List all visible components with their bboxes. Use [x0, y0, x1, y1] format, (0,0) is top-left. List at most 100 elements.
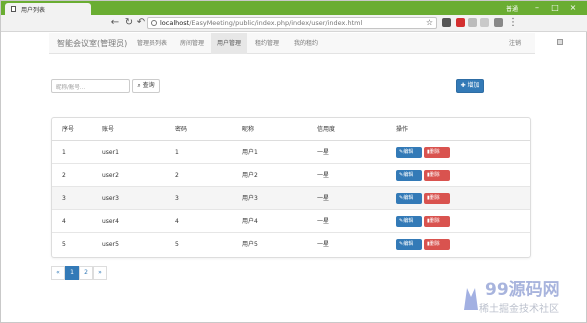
table-row: 4 user4 4 用户4 一星 ✎编辑 ▮删除 — [52, 210, 530, 233]
extension-icon[interactable] — [480, 18, 489, 27]
edit-button[interactable]: ✎编辑 — [396, 193, 422, 204]
edit-button-label: 编辑 — [403, 218, 414, 224]
row-account: user5 — [102, 241, 119, 248]
edit-button[interactable]: ✎编辑 — [396, 170, 422, 181]
url-path: /EasyMeeting/public/index.php/index/user… — [189, 19, 363, 27]
close-icon[interactable]: × — [567, 2, 579, 14]
edit-button[interactable]: ✎编辑 — [396, 216, 422, 227]
row-nickname: 用户4 — [242, 218, 258, 225]
edit-button-label: 编辑 — [403, 149, 414, 155]
row-nickname: 用户2 — [242, 172, 258, 179]
edit-button[interactable]: ✎编辑 — [396, 147, 422, 158]
delete-button[interactable]: ▮删除 — [424, 216, 450, 227]
header-nickname: 昵称 — [242, 126, 255, 133]
row-credit: 一星 — [317, 172, 330, 179]
row-index: 5 — [62, 241, 66, 248]
row-account: user2 — [102, 172, 119, 179]
edit-button-label: 编辑 — [403, 172, 414, 178]
search-button-label: 查询 — [142, 82, 155, 89]
user-table: 序号 账号 密码 昵称 信用度 操作 1 user1 1 用户1 一星 ✎编辑 … — [51, 117, 531, 258]
plus-icon: ✚ — [460, 82, 466, 89]
delete-button[interactable]: ▮删除 — [424, 147, 450, 158]
row-credit: 一星 — [317, 218, 330, 225]
row-password: 5 — [175, 241, 179, 248]
info-icon — [151, 20, 157, 26]
row-nickname: 用户5 — [242, 241, 258, 248]
delete-button-label: 删除 — [429, 218, 440, 224]
row-nickname: 用户1 — [242, 149, 258, 156]
watermark-subtitle: 稀土掘金技术社区 — [479, 304, 559, 315]
row-index: 3 — [62, 195, 66, 202]
edit-button-label: 编辑 — [403, 241, 414, 247]
table-row: 5 user5 5 用户5 一星 ✎编辑 ▮删除 — [52, 233, 530, 256]
edit-button-label: 编辑 — [403, 195, 414, 201]
header-password: 密码 — [175, 126, 188, 133]
row-account: user1 — [102, 149, 119, 156]
delete-button[interactable]: ▮删除 — [424, 170, 450, 181]
edit-button[interactable]: ✎编辑 — [396, 239, 422, 250]
screen: 用户列表 普通 – □ × ← ↻ ↶ localhost/EasyMeetin… — [0, 0, 587, 323]
row-index: 4 — [62, 218, 66, 225]
delete-button[interactable]: ▮删除 — [424, 239, 450, 250]
delete-button[interactable]: ▮删除 — [424, 193, 450, 204]
add-button[interactable]: ✚ 增加 — [456, 79, 484, 93]
app-navbar: 智能会议室(管理员) 管理员列表 房间管理 用户管理 租约管理 我的租约 注销 — [49, 33, 535, 54]
add-button-label: 增加 — [467, 82, 480, 89]
header-account: 账号 — [102, 126, 115, 133]
red-extension-icon[interactable] — [456, 18, 465, 27]
minimize-icon[interactable]: – — [531, 2, 543, 14]
row-index: 2 — [62, 172, 66, 179]
row-account: user3 — [102, 195, 119, 202]
url-host: localhost — [160, 19, 190, 27]
page-2[interactable]: 2 — [79, 266, 93, 280]
star-icon[interactable]: ☆ — [426, 18, 433, 27]
nav-item-my-leases[interactable]: 我的租约 — [288, 33, 324, 54]
row-nickname: 用户3 — [242, 195, 258, 202]
nav-item-admin-list[interactable]: 管理员列表 — [131, 33, 173, 54]
page-prev[interactable]: « — [51, 266, 65, 280]
address-bar[interactable]: localhost/EasyMeeting/public/index.php/i… — [147, 17, 437, 29]
account-icon[interactable] — [494, 18, 503, 27]
watermark-logo-icon — [464, 288, 478, 310]
nav-item-user-management[interactable]: 用户管理 — [211, 33, 248, 54]
page-next[interactable]: » — [93, 266, 107, 280]
table-row: 3 user3 3 用户3 一星 ✎编辑 ▮删除 — [52, 187, 530, 210]
page-1[interactable]: 1 — [65, 266, 79, 280]
row-password: 1 — [175, 149, 179, 156]
row-credit: 一星 — [317, 149, 330, 156]
menu-icon[interactable]: ⋮ — [507, 17, 519, 29]
watermark-title: 99源码网 — [485, 280, 560, 300]
row-password: 4 — [175, 218, 179, 225]
header-index: 序号 — [62, 126, 75, 133]
table-header: 序号 账号 密码 昵称 信用度 操作 — [52, 118, 530, 141]
back-icon[interactable]: ← — [109, 17, 121, 29]
maximize-icon[interactable]: □ — [549, 2, 561, 14]
reload-icon[interactable]: ↻ — [123, 17, 135, 29]
table-row: 1 user1 1 用户1 一星 ✎编辑 ▮删除 — [52, 141, 530, 164]
extension-icon[interactable] — [468, 18, 477, 27]
row-index: 1 — [62, 149, 66, 156]
header-actions: 操作 — [396, 126, 409, 133]
window-user-label: 普通 — [506, 6, 519, 13]
logout-link[interactable]: 注销 — [509, 33, 521, 54]
row-credit: 一星 — [317, 241, 330, 248]
delete-button-label: 删除 — [429, 149, 440, 155]
delete-button-label: 删除 — [429, 172, 440, 178]
row-password: 3 — [175, 195, 179, 202]
document-icon — [11, 6, 16, 12]
extension-icon[interactable] — [442, 18, 451, 27]
row-account: user4 — [102, 218, 119, 225]
browser-tab[interactable]: 用户列表 — [5, 3, 91, 15]
nav-item-lease-management[interactable]: 租约管理 — [249, 33, 285, 54]
row-password: 2 — [175, 172, 179, 179]
header-credit: 信用度 — [317, 126, 336, 133]
search-button[interactable]: ⌕ 查询 — [132, 79, 160, 93]
undo-icon[interactable]: ↶ — [135, 17, 147, 29]
table-row: 2 user2 2 用户2 一星 ✎编辑 ▮删除 — [52, 164, 530, 187]
page-icon — [557, 39, 563, 45]
browser-toolbar: ← ↻ ↶ localhost/EasyMeeting/public/index… — [1, 15, 587, 32]
search-input[interactable]: 昵称/账号... — [51, 79, 130, 93]
nav-item-room-management[interactable]: 房间管理 — [174, 33, 210, 54]
brand-title[interactable]: 智能会议室(管理员) — [57, 38, 127, 49]
delete-button-label: 删除 — [429, 195, 440, 201]
